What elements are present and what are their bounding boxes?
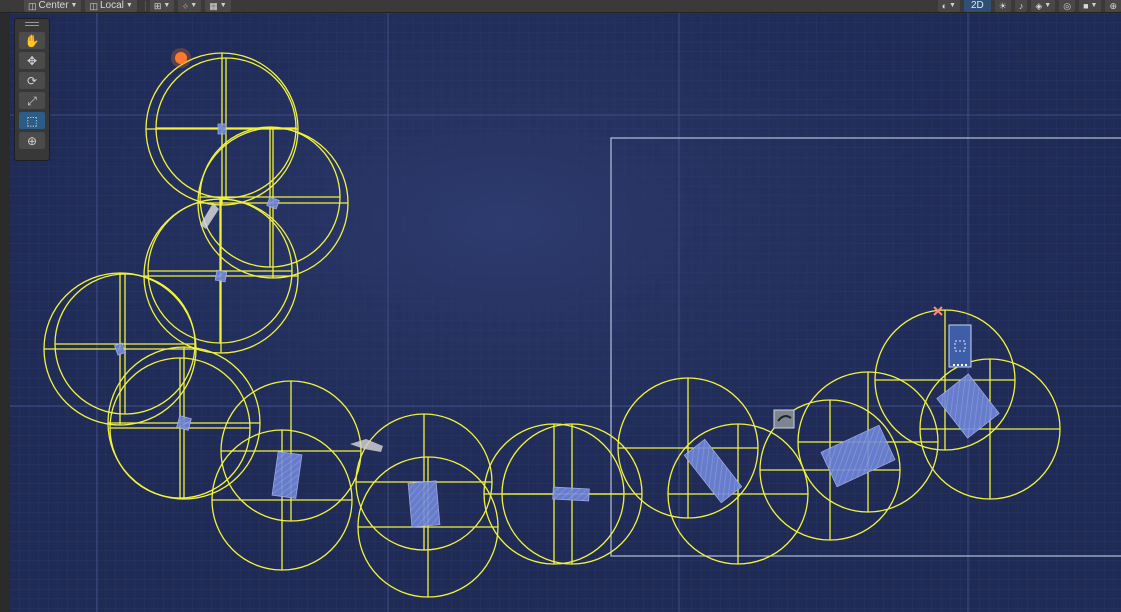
pivot-center-icon: ◫ bbox=[28, 1, 37, 11]
rotate-tool[interactable]: ⟳ bbox=[19, 72, 45, 89]
rect-icon: ⬚ bbox=[26, 113, 38, 128]
grid-snap-icon: ⊞ bbox=[153, 1, 162, 11]
chevron-down-icon: ▼ bbox=[125, 2, 133, 9]
scene-toolbar: ◫ Center ▼ ◫ Local ▼ ⊞ ▼ ⟡ ▼ ▦ ▼ ◐ ▼ 2D … bbox=[0, 0, 1121, 13]
camera-dropdown[interactable]: ■ ▼ bbox=[1079, 0, 1102, 12]
scene-viewport[interactable] bbox=[0, 13, 1121, 612]
effects-dropdown[interactable]: ◈ ▼ bbox=[1031, 0, 1056, 12]
scene-canvas[interactable] bbox=[0, 13, 1121, 612]
left-panel-edge bbox=[0, 13, 10, 612]
move-tool[interactable]: ✥ bbox=[19, 52, 45, 69]
minor-grid bbox=[0, 13, 1121, 612]
pivot-rotation-label: Local bbox=[99, 0, 124, 11]
lighting-icon: ☀ bbox=[998, 1, 1007, 11]
view-tool[interactable]: ✋ bbox=[19, 32, 45, 49]
rope-segment-sprite[interactable] bbox=[217, 123, 227, 135]
hinge-joint-icon[interactable] bbox=[773, 409, 795, 429]
gizmos-button[interactable]: ⊕ bbox=[1105, 0, 1121, 12]
pivot-mode-dropdown[interactable]: ◫ Center ▼ bbox=[24, 0, 82, 12]
scene-view-options: ◐ ▼ 2D ☀ ♪ ◈ ▼ ◎ ■ ▼ ⊕ bbox=[937, 0, 1121, 12]
overlay-drag-handle[interactable] bbox=[15, 19, 49, 29]
tool-list: ✋ ✥ ⟳ ⤢ ⬚ ⊕ bbox=[15, 32, 49, 149]
toolbar-divider bbox=[144, 1, 146, 11]
rope-segment-sprite[interactable] bbox=[176, 415, 192, 431]
chevron-down-icon: ▼ bbox=[163, 2, 171, 9]
shading-mode-icon: ◐ bbox=[941, 1, 948, 11]
rope-segment-sprite[interactable] bbox=[407, 480, 441, 528]
move-icon: ✥ bbox=[26, 53, 38, 68]
visibility-icon: ◎ bbox=[1063, 1, 1072, 11]
scale-icon: ⤢ bbox=[27, 93, 37, 108]
rope-segment-sprite[interactable] bbox=[214, 269, 228, 283]
light-glow bbox=[171, 48, 191, 68]
shading-mode-dropdown[interactable]: ◐ ▼ bbox=[937, 0, 960, 12]
2d-mode-toggle[interactable]: 2D bbox=[963, 0, 991, 12]
grid-visibility-button[interactable]: ▦ ▼ bbox=[205, 0, 231, 12]
increment-snap-icon: ⟡ bbox=[182, 1, 189, 11]
pivot-mode-label: Center bbox=[38, 0, 69, 11]
transform-icon: ⊕ bbox=[26, 133, 38, 148]
rect-tool[interactable]: ⬚ bbox=[19, 112, 45, 129]
rotate-icon: ⟳ bbox=[26, 73, 38, 88]
scale-tool[interactable]: ⤢ bbox=[19, 92, 45, 109]
chevron-down-icon: ▼ bbox=[1044, 2, 1052, 9]
selected-anchor-object[interactable] bbox=[948, 324, 972, 368]
local-space-icon: ◫ bbox=[89, 1, 98, 11]
chevron-down-icon: ▼ bbox=[70, 2, 78, 9]
increment-snap-button[interactable]: ⟡ ▼ bbox=[178, 0, 202, 12]
audio-toggle[interactable]: ♪ bbox=[1014, 0, 1028, 12]
2d-mode-label: 2D bbox=[970, 0, 984, 11]
grid-snap-button[interactable]: ⊞ ▼ bbox=[149, 0, 175, 12]
hand-icon: ✋ bbox=[24, 33, 40, 48]
gizmos-icon: ⊕ bbox=[1109, 1, 1117, 11]
visibility-toggle[interactable]: ◎ bbox=[1059, 0, 1076, 12]
chevron-down-icon: ▼ bbox=[190, 2, 198, 9]
chevron-down-icon: ▼ bbox=[219, 2, 227, 9]
rope-segment-sprite[interactable] bbox=[552, 486, 590, 502]
pivot-rotation-dropdown[interactable]: ◫ Local ▼ bbox=[85, 0, 137, 12]
chevron-down-icon: ▼ bbox=[949, 2, 956, 9]
camera-icon: ■ bbox=[1083, 1, 1089, 11]
transform-tool[interactable]: ⊕ bbox=[19, 132, 45, 149]
grid-visibility-icon: ▦ bbox=[209, 1, 218, 11]
effects-icon: ◈ bbox=[1035, 1, 1043, 11]
audio-icon: ♪ bbox=[1018, 1, 1024, 11]
tools-overlay: ✋ ✥ ⟳ ⤢ ⬚ ⊕ bbox=[14, 18, 50, 161]
lighting-toggle[interactable]: ☀ bbox=[994, 0, 1011, 12]
chevron-down-icon: ▼ bbox=[1090, 2, 1098, 9]
